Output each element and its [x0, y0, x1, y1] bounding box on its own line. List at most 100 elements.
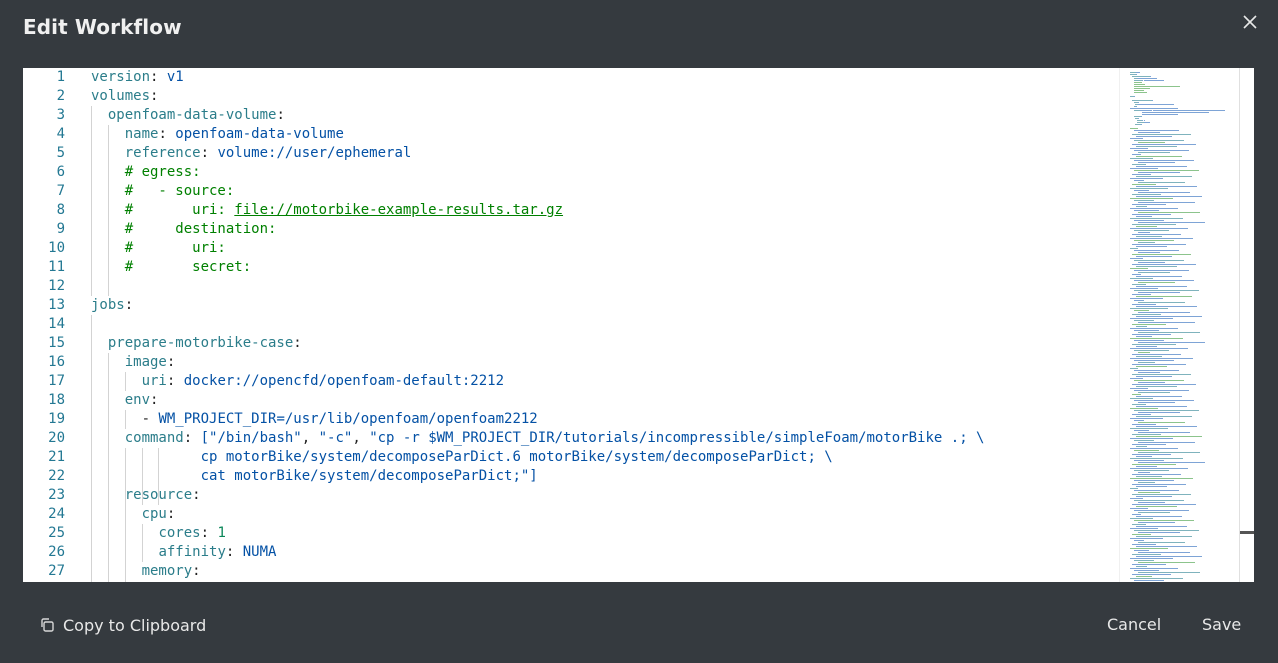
code-line[interactable]: command: ["/bin/bash", "-c", "cp -r $WM_…	[91, 429, 1119, 448]
line-number: 17	[48, 373, 65, 389]
minimap-token	[1138, 502, 1165, 503]
minimap-token	[1130, 308, 1168, 309]
code-line[interactable]	[91, 277, 1119, 296]
minimap-token	[1134, 520, 1194, 521]
yaml-key: affinity	[158, 544, 226, 560]
minimap-token	[1130, 398, 1153, 399]
code-line[interactable]	[91, 315, 1119, 334]
minimap-token	[1141, 110, 1153, 111]
yaml-key: jobs	[91, 297, 125, 313]
yaml-punctuation: :	[183, 430, 201, 446]
minimap-token	[1130, 248, 1138, 249]
minimap-token	[1159, 110, 1226, 111]
minimap-token	[1130, 428, 1168, 429]
minimap-token	[1138, 362, 1155, 363]
code-line[interactable]: # uri: file://motorbike-example-results.…	[91, 201, 1119, 220]
minimap-token	[1134, 300, 1144, 301]
minimap-token	[1134, 490, 1179, 491]
minimap-token	[1138, 102, 1140, 103]
code-line[interactable]: name: openfoam-data-volume	[91, 125, 1119, 144]
minimap-token	[1134, 440, 1154, 441]
minimap-token	[1132, 224, 1176, 225]
yaml-punctuation: :	[158, 126, 176, 142]
code-line[interactable]: - WM_PROJECT_DIR=/usr/lib/openfoam/openf…	[91, 410, 1119, 429]
minimap-token	[1130, 448, 1178, 449]
save-button[interactable]: Save	[1202, 614, 1241, 636]
minimap-token	[1136, 176, 1192, 177]
minimap-token	[1136, 356, 1162, 357]
minimap-token	[1138, 212, 1200, 213]
close-button[interactable]	[1238, 10, 1262, 34]
minimap-token	[1138, 402, 1175, 403]
minimap-token	[1130, 298, 1163, 299]
minimap-token	[1138, 118, 1140, 119]
copy-to-clipboard-button[interactable]: Copy to Clipboard	[39, 614, 206, 636]
minimap-token	[1130, 318, 1173, 319]
code-line[interactable]: # destination:	[91, 220, 1119, 239]
code-line[interactable]: openfoam-data-volume:	[91, 106, 1119, 125]
cancel-button[interactable]: Cancel	[1107, 614, 1161, 636]
code-line[interactable]: resource:	[91, 486, 1119, 505]
minimap-token	[1134, 160, 1194, 161]
yaml-punctuation: :	[150, 69, 167, 85]
code-line[interactable]: uri: docker://opencfd/openfoam-default:2…	[91, 372, 1119, 391]
yaml-key: volumes	[91, 88, 151, 104]
code-line[interactable]: affinity: NUMA	[91, 543, 1119, 562]
code-line[interactable]: cores: 1	[91, 524, 1119, 543]
code-line[interactable]: env:	[91, 391, 1119, 410]
code-line[interactable]: cat motorBike/system/decomposeParDict;"]	[91, 467, 1119, 486]
yaml-comment: # - source:	[124, 183, 235, 199]
code-line[interactable]: cp motorBike/system/decomposeParDict.6 m…	[91, 448, 1119, 467]
minimap-token	[1132, 334, 1171, 335]
minimap-token	[1131, 100, 1152, 101]
minimap-token	[1130, 108, 1138, 109]
minimap-token	[1138, 552, 1190, 553]
minimap-token	[1130, 468, 1188, 469]
yaml-punctuation: :	[150, 88, 159, 104]
yaml-punctuation: :	[225, 544, 243, 560]
minimap-token	[1132, 524, 1146, 525]
minimap-token	[1132, 534, 1151, 535]
minimap-token	[1133, 80, 1142, 81]
code-line[interactable]: version: v1	[91, 68, 1119, 87]
code-line[interactable]: reference: volume://user/ephemeral	[91, 144, 1119, 163]
line-number: 19	[48, 411, 65, 427]
yaml-key: prepare-motorbike-case	[107, 335, 294, 351]
code-line[interactable]: # egress:	[91, 163, 1119, 182]
minimap-token	[1132, 254, 1191, 255]
yaml-punctuation: :	[293, 335, 302, 351]
code-line[interactable]: memory:	[91, 562, 1119, 581]
minimap-token	[1136, 496, 1172, 497]
code-line[interactable]: # uri:	[91, 239, 1119, 258]
minimap-token	[1132, 274, 1141, 275]
minimap-token	[1130, 418, 1163, 419]
yaml-comment: # secret:	[124, 259, 252, 275]
indent-guide	[141, 448, 143, 505]
line-number: 10	[48, 240, 65, 256]
minimap-token	[1132, 554, 1161, 555]
code-line[interactable]: volumes:	[91, 87, 1119, 106]
yaml-comment[interactable]: file://motorbike-example-results.tar.gz	[234, 202, 563, 218]
minimap-token	[1134, 270, 1189, 271]
minimap-token	[1130, 498, 1143, 499]
minimap[interactable]	[1119, 68, 1240, 582]
code-area[interactable]: version: v1 volumes: openfoam-data-volume…	[91, 68, 1119, 582]
code-line[interactable]: cpu:	[91, 505, 1119, 524]
minimap-token	[1134, 370, 1179, 371]
minimap-token	[1138, 412, 1180, 413]
code-line[interactable]: prepare-motorbike-case:	[91, 334, 1119, 353]
code-line[interactable]: jobs:	[91, 296, 1119, 315]
indent-guide	[91, 315, 92, 582]
minimap-token	[1138, 512, 1170, 513]
minimap-token	[1136, 246, 1167, 247]
line-number: 22	[48, 468, 65, 484]
minimap-token	[1138, 532, 1180, 533]
line-number: 2	[56, 88, 65, 104]
vertical-scrollbar[interactable]	[1239, 68, 1254, 582]
minimap-token	[1138, 162, 1175, 163]
code-line[interactable]: image:	[91, 353, 1119, 372]
code-line[interactable]: # secret:	[91, 258, 1119, 277]
code-line[interactable]: # - source:	[91, 182, 1119, 201]
code-editor[interactable]: 1 2 3 4 5 6 7 8 9 10 11 12 13 14 15 16 17 18 19 20 21 22 23 24 2…	[23, 68, 1254, 582]
minimap-token	[1138, 452, 1200, 453]
